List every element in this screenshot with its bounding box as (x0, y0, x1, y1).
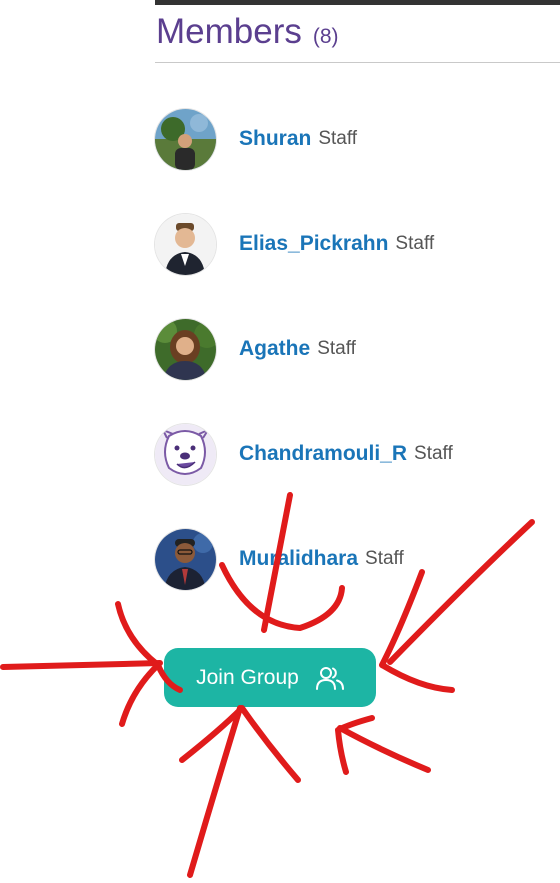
top-border-bar (155, 0, 560, 5)
member-role: Staff (317, 338, 356, 359)
member-name-link[interactable]: Agathe (239, 337, 310, 361)
member-row-elias: Elias_Pickrahn Staff (155, 213, 560, 275)
join-group-label: Join Group (196, 665, 299, 689)
member-count: (8) (312, 25, 339, 48)
member-row-shuran: Shuran Staff (155, 108, 560, 170)
avatar[interactable] (155, 318, 216, 380)
page-title: Members (156, 12, 302, 51)
member-name-link[interactable]: Shuran (239, 127, 311, 151)
member-role: Staff (318, 128, 358, 149)
member-role: Staff (414, 443, 453, 464)
member-name-link[interactable]: Chandramouli_R (239, 442, 407, 466)
member-row-chandramouli: Chandramouli_R Staff (155, 423, 560, 485)
avatar[interactable] (155, 423, 216, 485)
member-role: Staff (395, 233, 435, 254)
join-group-button[interactable]: Join Group (164, 648, 376, 707)
header-divider (155, 62, 560, 63)
member-name-link[interactable]: Muralidhara (239, 547, 358, 571)
avatar[interactable] (155, 528, 216, 590)
member-name-link[interactable]: Elias_Pickrahn (239, 232, 388, 256)
users-icon (315, 665, 344, 691)
avatar[interactable] (155, 108, 216, 170)
avatar[interactable] (155, 213, 216, 275)
member-role: Staff (365, 548, 404, 569)
member-row-agathe: Agathe Staff (155, 318, 560, 380)
member-row-muralidhara: Muralidhara Staff (155, 528, 560, 590)
members-header: Members (8) (156, 12, 560, 52)
